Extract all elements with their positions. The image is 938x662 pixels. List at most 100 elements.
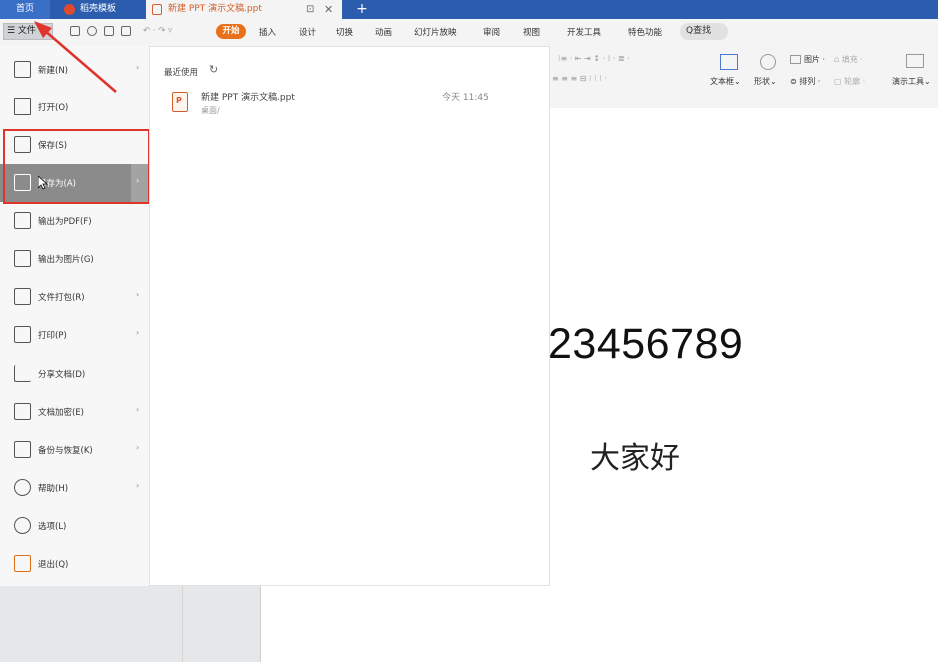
menu-export-image[interactable]: 输出为图片(G)	[0, 240, 149, 278]
printer-icon	[14, 326, 31, 343]
present-tools-label[interactable]: 演示工具⌄	[892, 76, 931, 87]
tab-home[interactable]: 首页	[0, 0, 50, 19]
menu-open[interactable]: 打开(O)	[0, 88, 149, 126]
menu-options-label: 选项(L)	[38, 522, 67, 532]
tab-animation[interactable]: 动画	[375, 26, 392, 38]
highlight-box	[3, 129, 150, 204]
search-button[interactable]: Q查找	[680, 23, 728, 40]
tab-developer[interactable]: 开发工具	[567, 26, 601, 38]
menu-package[interactable]: 文件打包(R) ›	[0, 278, 149, 316]
panel-divider	[182, 580, 183, 662]
file-menu-button[interactable]: ☰ 文件 ⌄	[3, 23, 53, 40]
menu-share[interactable]: 分享文档(D)	[0, 355, 149, 393]
tab-document-label: 新建 PPT 演示文稿.ppt	[168, 4, 262, 14]
print-icon[interactable]	[104, 26, 114, 36]
align-icons[interactable]: ≡ ≡ ≡ ⊟ ⁝ ⁝ ⁝ ·	[552, 74, 607, 83]
tab-document[interactable]: 新建 PPT 演示文稿.ppt ⊡ ✕	[146, 0, 342, 19]
present-tools-icon[interactable]	[906, 54, 924, 68]
tab-design[interactable]: 设计	[299, 26, 316, 38]
tab-review[interactable]: 审阅	[483, 26, 500, 38]
menu-share-label: 分享文档(D)	[38, 370, 86, 380]
menu-exit-label: 退出(Q)	[38, 560, 69, 570]
thumbnail-panel	[0, 580, 260, 662]
menu-options[interactable]: 选项(L)	[0, 507, 149, 545]
menu-print-label: 打印(P)	[38, 331, 67, 341]
recent-file-time: 今天 11:45	[442, 93, 489, 103]
undo-icon[interactable]: ↶ · ↷ ▿	[143, 26, 172, 36]
menu-help[interactable]: 帮助(H) ›	[0, 469, 149, 507]
file-menu: 新建(N) › 打开(O) 保存(S) 另存为(A) › 输出为PDF(F) 输…	[0, 46, 150, 586]
tab-view[interactable]: 视图	[523, 26, 540, 38]
lock-document-icon	[14, 403, 31, 420]
textbox-icon[interactable]	[720, 54, 738, 70]
package-icon	[14, 288, 31, 305]
save-icon[interactable]	[70, 26, 80, 36]
daoke-logo-icon	[64, 4, 75, 15]
ribbon-menu: ☰ 文件 ⌄ ↶ · ↷ ▿ 开始 插入 设计 切换 动画 幻灯片放映 审阅 视…	[0, 19, 938, 46]
chevron-right-icon: ›	[136, 481, 140, 490]
help-icon	[14, 479, 31, 496]
tab-pin-icon[interactable]: ⊡	[306, 0, 314, 19]
tab-transition[interactable]: 切换	[336, 26, 353, 38]
tab-template[interactable]: 稻壳模板	[58, 0, 140, 19]
slide-number-text[interactable]: 23456789	[548, 320, 743, 369]
chevron-right-icon: ›	[136, 405, 140, 414]
file-menu-label: ☰ 文件	[7, 26, 36, 36]
menu-open-label: 打开(O)	[38, 103, 69, 113]
tab-slideshow[interactable]: 幻灯片放映	[414, 26, 457, 38]
tab-close-icon[interactable]: ✕	[324, 0, 333, 19]
list-format-icons[interactable]: ⁝≡ · ⇤ ⇥ ↕ · ⁞ · ≣ ·	[558, 54, 630, 63]
menu-encrypt[interactable]: 文档加密(E) ›	[0, 393, 149, 431]
tab-features[interactable]: 特色功能	[628, 26, 662, 38]
recent-title: 最近使用	[164, 68, 199, 78]
menu-export-pdf-label: 输出为PDF(F)	[38, 217, 92, 227]
menu-new[interactable]: 新建(N) ›	[0, 51, 149, 89]
outline-button[interactable]: ▢ 轮廓 ·	[834, 76, 865, 87]
exit-icon	[14, 555, 31, 572]
menu-new-label: 新建(N)	[38, 66, 68, 76]
menu-export-image-label: 输出为图片(G)	[38, 255, 94, 265]
undo-history-icon[interactable]	[87, 26, 97, 36]
tab-insert[interactable]: 插入	[259, 26, 276, 38]
arrange-button[interactable]: ⊜ 排列 ·	[790, 76, 820, 87]
chevron-right-icon: ›	[136, 290, 140, 299]
refresh-icon[interactable]: ↻	[209, 63, 218, 76]
print-preview-icon[interactable]	[121, 26, 131, 36]
picture-icon	[790, 55, 801, 64]
shape-label[interactable]: 形状⌄	[754, 76, 777, 87]
menu-backup[interactable]: 备份与恢复(K) ›	[0, 431, 149, 469]
pdf-icon	[14, 212, 31, 229]
share-icon	[14, 365, 31, 382]
menu-print[interactable]: 打印(P) ›	[0, 316, 149, 354]
menu-export-pdf[interactable]: 输出为PDF(F)	[0, 202, 149, 240]
recent-files-panel	[149, 46, 550, 586]
new-tab-button[interactable]: +	[352, 0, 372, 19]
menu-exit[interactable]: 退出(Q)	[0, 545, 149, 583]
textbox-label[interactable]: 文本框⌄	[710, 76, 741, 87]
tab-template-label: 稻壳模板	[80, 4, 117, 14]
recent-file-name[interactable]: 新建 PPT 演示文稿.ppt	[201, 90, 295, 103]
chevron-right-icon: ›	[136, 63, 140, 72]
menu-encrypt-label: 文档加密(E)	[38, 408, 85, 418]
toolbar: ⁝≡ · ⇤ ⇥ ↕ · ⁞ · ≣ · ≡ ≡ ≡ ⊟ ⁝ ⁝ ⁝ · 文本框…	[548, 46, 938, 109]
slide-greeting-text[interactable]: 大家好	[590, 433, 680, 477]
ppt-file-icon	[152, 4, 162, 15]
tab-start[interactable]: 开始	[216, 24, 246, 39]
chevron-right-icon: ›	[136, 328, 140, 337]
menu-backup-label: 备份与恢复(K)	[38, 446, 93, 456]
cursor-icon	[38, 176, 48, 190]
image-icon	[14, 250, 31, 267]
tab-bar: 首页 稻壳模板 新建 PPT 演示文稿.ppt ⊡ ✕ +	[0, 0, 938, 19]
gear-icon	[14, 517, 31, 534]
menu-help-label: 帮助(H)	[38, 484, 69, 494]
backup-icon	[14, 441, 31, 458]
shape-icon[interactable]	[760, 54, 776, 70]
ppt-file-icon: P	[172, 92, 188, 112]
picture-button[interactable]: 图片 ·	[804, 54, 825, 65]
fill-button[interactable]: ⩍ 填充 ·	[834, 54, 863, 65]
new-file-icon	[14, 61, 31, 78]
chevron-right-icon: ›	[136, 443, 140, 452]
open-folder-icon	[14, 98, 31, 115]
recent-file-path: 桌面/	[201, 106, 220, 115]
menu-package-label: 文件打包(R)	[38, 293, 85, 303]
